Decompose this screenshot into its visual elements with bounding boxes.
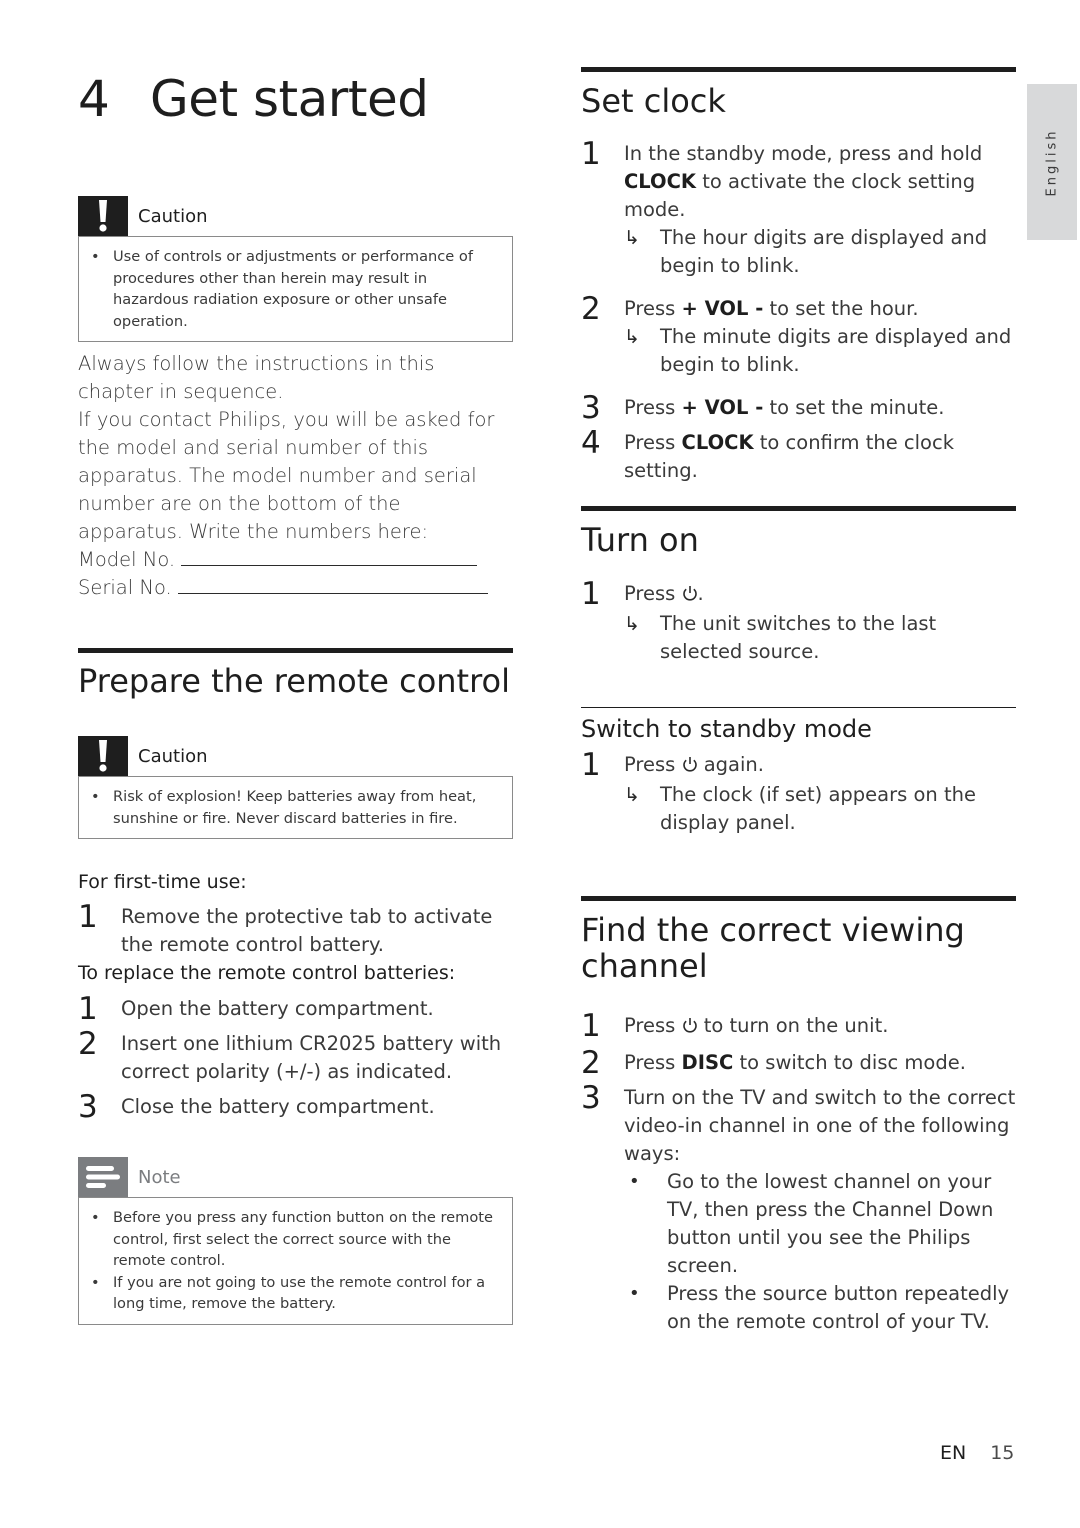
intro-paragraph-1: Always follow the instructions in this c… — [78, 352, 435, 403]
replace-step: 1 Open the battery compartment. — [78, 991, 434, 1027]
remote-caution-box: Caution • Risk of explosion! Keep batteri… — [78, 736, 513, 839]
note-item: • If you are not going to use the remote … — [91, 1273, 486, 1313]
standby-step: 1 Press again. — [581, 747, 764, 783]
result-arrow-icon: ↳ — [624, 784, 640, 806]
first-time-step: 1 Remove the protective tab to activate … — [78, 899, 493, 957]
chapter-title: 4 Get started — [78, 70, 429, 128]
language-tab: English — [1027, 84, 1077, 240]
caution-item: • Use of controls or adjustments or perfo… — [91, 248, 473, 330]
replace-step: 2 Insert one lithium CR2025 battery with… — [78, 1026, 502, 1084]
channel-step: 2 Press DISC to switch to disc mode. — [581, 1045, 966, 1081]
chapter-number: 4 — [78, 70, 110, 128]
set-clock-title: Set clock — [581, 82, 726, 120]
channel-way-item: • Press the source button repeatedly on t… — [624, 1280, 1016, 1336]
remote-section-title: Prepare the remote control — [78, 662, 511, 700]
caution-label: Caution — [138, 745, 208, 767]
note-label: Note — [138, 1166, 181, 1188]
bullet-icon: • — [629, 1171, 640, 1192]
section-divider — [581, 896, 1016, 901]
viewing-channel-title: Find the correct viewing channel — [581, 911, 965, 985]
clock-step: 3 Press + VOL - to set the minute. — [581, 390, 945, 426]
footer-language: EN — [940, 1442, 967, 1464]
intro-paragraph-2: If you contact Philips, you will be aske… — [78, 408, 495, 543]
language-tab-label: English — [1044, 128, 1060, 196]
subsection-divider — [581, 707, 1016, 708]
serial-number-field[interactable]: Serial No. — [78, 574, 513, 602]
section-divider — [581, 67, 1016, 72]
note-box: Note • Before you press any function butt… — [78, 1157, 513, 1325]
section-divider — [581, 506, 1016, 511]
standby-section: Switch to standby mode 1 Press again. ↳ T… — [581, 707, 1016, 837]
power-icon — [682, 753, 698, 781]
first-time-label: For first-time use: — [78, 871, 247, 893]
turn-on-section: Turn on 1 Press . ↳ The unit switches to … — [581, 506, 1016, 666]
turn-on-step: 1 Press . — [581, 576, 704, 612]
intro-caution-box: Caution • Use of controls or adjustments … — [78, 196, 513, 342]
power-icon — [682, 582, 698, 610]
viewing-channel-section: Find the correct viewing channel 1 Press… — [581, 896, 1016, 1336]
caution-label: Caution — [138, 205, 208, 227]
standby-result: ↳ The clock (if set) appears on the displ… — [624, 781, 1016, 837]
channel-step: 3 Turn on the TV and switch to the corre… — [581, 1080, 1016, 1166]
note-item: • Before you press any function button on… — [91, 1209, 493, 1269]
intro-text: Always follow the instructions in this c… — [78, 350, 513, 602]
result-arrow-icon: ↳ — [624, 326, 640, 348]
page-number: 15 — [990, 1442, 1015, 1464]
model-number-field[interactable]: Model No. — [78, 546, 513, 574]
exclamation-icon — [78, 736, 128, 776]
replace-label: To replace the remote control batteries: — [78, 962, 456, 984]
set-clock-section: Set clock 1 In the standby mode, press a… — [581, 67, 1016, 485]
note-icon — [78, 1157, 128, 1197]
clock-step-result: ↳ The hour digits are displayed and begin… — [624, 224, 1016, 280]
channel-way-item: • Go to the lowest channel on your TV, th… — [624, 1168, 1016, 1280]
clock-step: 1 In the standby mode, press and hold CL… — [581, 136, 983, 222]
clock-step: 2 Press + VOL - to set the hour. — [581, 291, 919, 327]
channel-step: 1 Press to turn on the unit. — [581, 1008, 889, 1044]
bullet-icon: • — [629, 1283, 640, 1304]
turn-on-title: Turn on — [581, 521, 699, 559]
exclamation-icon — [78, 196, 128, 236]
remote-section: Prepare the remote control — [78, 648, 513, 699]
clock-step: 4 Press CLOCK to confirm the clock setti… — [581, 425, 954, 483]
power-icon — [682, 1014, 698, 1042]
turn-on-result: ↳ The unit switches to the last selected … — [624, 610, 1016, 666]
result-arrow-icon: ↳ — [624, 613, 640, 635]
clock-step-result: ↳ The minute digits are displayed and beg… — [624, 323, 1016, 379]
result-arrow-icon: ↳ — [624, 227, 640, 249]
chapter-title-text: Get started — [150, 70, 429, 128]
battery-instructions: For first-time use: 1 Remove the protect… — [78, 868, 513, 1125]
caution-item: • Risk of explosion! Keep batteries away … — [91, 788, 477, 827]
page-footer: EN 15 — [940, 1442, 1014, 1464]
section-divider — [78, 648, 513, 653]
standby-title: Switch to standby mode — [581, 715, 872, 743]
replace-step: 3 Close the battery compartment. — [78, 1089, 435, 1125]
